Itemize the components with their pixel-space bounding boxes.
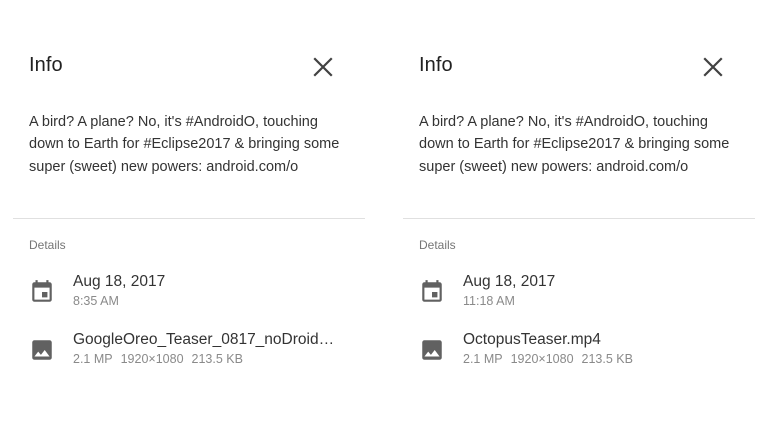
details-section-label: Details — [419, 238, 456, 252]
image-icon — [32, 340, 52, 360]
info-panel-left: Info A bird? A plane? No, it's #AndroidO… — [13, 0, 365, 428]
post-description: A bird? A plane? No, it's #AndroidO, tou… — [419, 114, 730, 175]
image-icon — [422, 340, 442, 360]
file-meta: 2.1 MP 1920×1080 213.5 KB — [463, 352, 633, 366]
date-text: Aug 18, 2017 — [73, 273, 166, 290]
close-button[interactable] — [700, 54, 726, 80]
calendar-icon — [32, 280, 52, 302]
megapixels: 2.1 MP — [463, 352, 503, 366]
file-row: GoogleOreo_Teaser_0817_noDroid… 2.1 MP 19… — [29, 331, 355, 371]
panel-title: Info — [29, 54, 63, 76]
time-text: 11:18 AM — [463, 294, 515, 308]
file-meta: 2.1 MP 1920×1080 213.5 KB — [73, 352, 243, 366]
date-row: Aug 18, 2017 11:18 AM — [419, 273, 745, 313]
time-text: 8:35 AM — [73, 294, 119, 308]
file-row: OctopusTeaser.mp4 2.1 MP 1920×1080 213.5 K… — [419, 331, 745, 371]
file-size: 213.5 KB — [581, 352, 633, 366]
divider — [13, 218, 365, 219]
details-section-label: Details — [29, 238, 66, 252]
close-button[interactable] — [310, 54, 336, 80]
close-icon — [703, 57, 723, 77]
resolution: 1920×1080 — [510, 352, 574, 366]
post-description: A bird? A plane? No, it's #AndroidO, tou… — [29, 114, 340, 175]
file-name: GoogleOreo_Teaser_0817_noDroid… — [73, 331, 335, 348]
file-name: OctopusTeaser.mp4 — [463, 331, 601, 348]
date-row: Aug 18, 2017 8:35 AM — [29, 273, 355, 313]
calendar-icon — [422, 280, 442, 302]
file-size: 213.5 KB — [191, 352, 243, 366]
info-panel-right: Info A bird? A plane? No, it's #AndroidO… — [403, 0, 755, 428]
date-text: Aug 18, 2017 — [463, 273, 556, 290]
divider — [403, 218, 755, 219]
panel-title: Info — [419, 54, 453, 76]
close-icon — [313, 57, 333, 77]
resolution: 1920×1080 — [120, 352, 184, 366]
megapixels: 2.1 MP — [73, 352, 113, 366]
